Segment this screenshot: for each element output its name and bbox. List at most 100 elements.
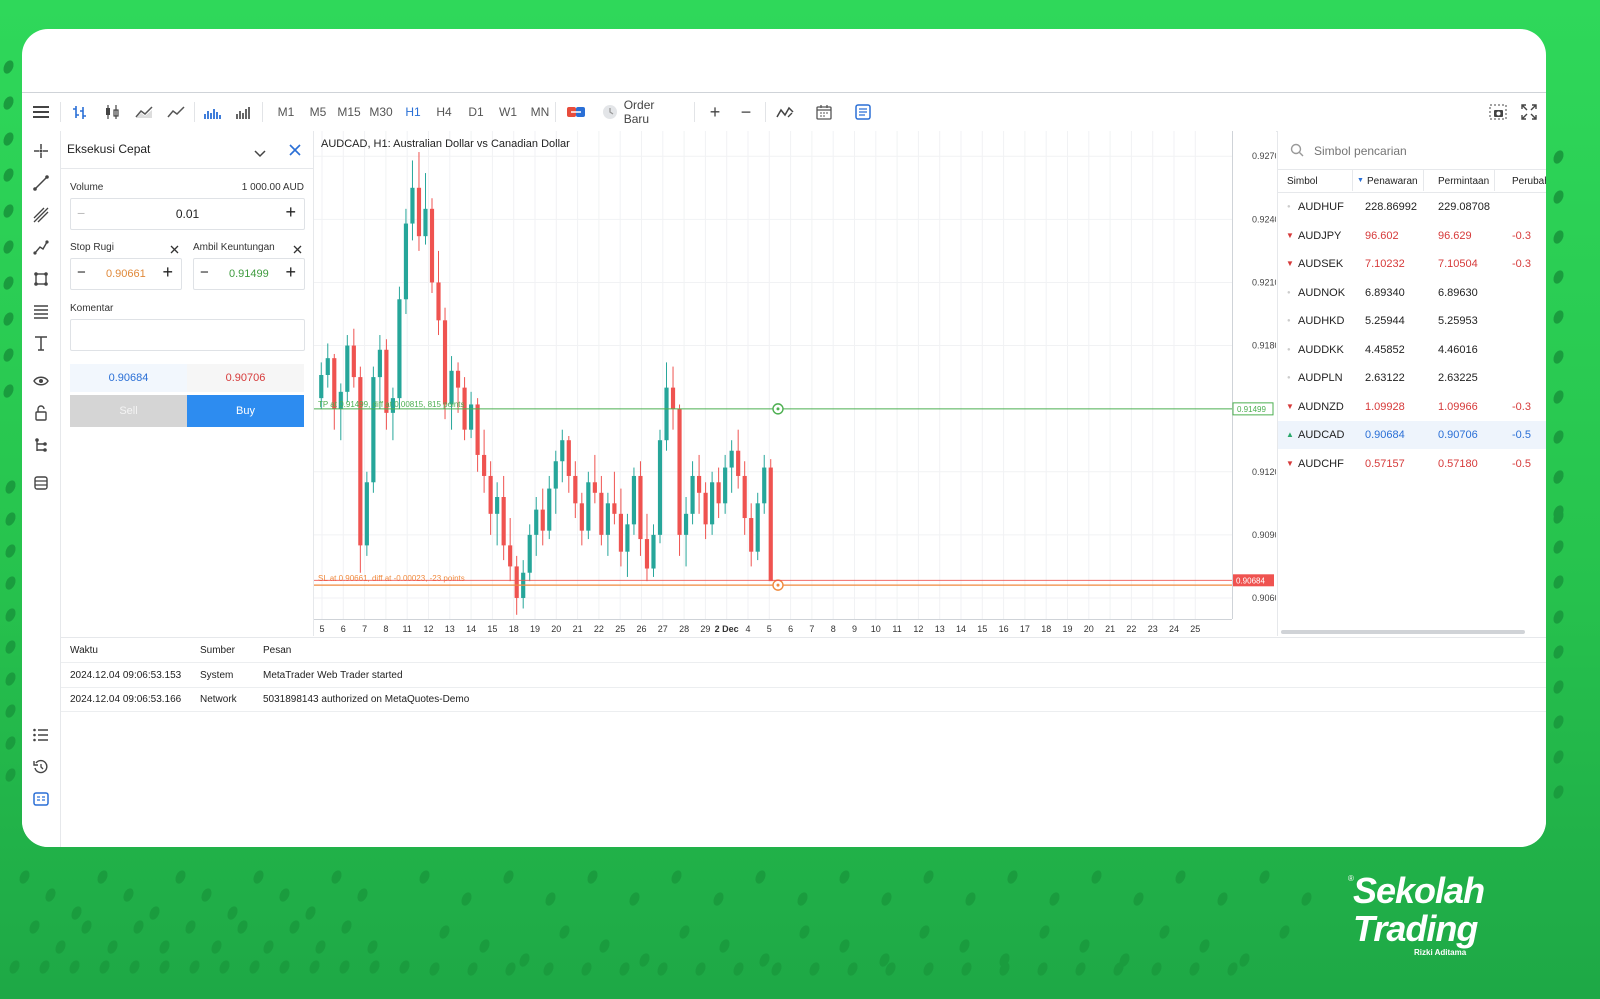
timeframe-mn[interactable]: MN — [526, 93, 554, 131]
candle — [573, 461, 578, 519]
screenshot-icon[interactable] — [1485, 93, 1511, 131]
new-order-button[interactable]: Order Baru — [602, 93, 682, 131]
watchlist-row[interactable]: ● AUDNOK 6.89340 6.89630 — [1278, 279, 1546, 307]
price-tick: 0.90600 — [1252, 593, 1276, 603]
watchlist-row[interactable]: ● AUDPLN 2.63122 2.63225 — [1278, 364, 1546, 392]
close-panel-icon[interactable] — [289, 143, 301, 161]
chart-canvas[interactable]: 0.92700 0.92400 0.92100 0.91800 0.91200 0.909… — [314, 131, 1285, 636]
time-tick: 11 — [892, 624, 901, 634]
one-click-trading-icon[interactable] — [563, 93, 589, 131]
stop-loss-stepper: − 0.90661 + — [70, 258, 182, 290]
take-profit-increase-button[interactable]: + — [285, 262, 296, 283]
history-icon[interactable] — [22, 753, 60, 781]
timeframe-m30[interactable]: M30 — [367, 93, 395, 131]
shapes-icon[interactable] — [22, 265, 60, 293]
time-tick: 5 — [767, 624, 772, 634]
buy-button[interactable]: Buy — [187, 395, 304, 427]
watchlist-bid: 5.25944 — [1365, 315, 1405, 327]
watchlist-row[interactable]: ● AUDDKK 4.45852 4.46016 — [1278, 336, 1546, 364]
take-profit-line-label: TP at 0.91499, diff at 0.00815, 815 poin… — [318, 400, 464, 409]
object-tree-icon[interactable] — [22, 431, 60, 459]
watchlist-symbol: AUDHUF — [1298, 201, 1344, 213]
lock-icon[interactable] — [22, 399, 60, 427]
watchlist-row[interactable]: ▼ AUDCHF 0.57157 0.57180 -0.5 — [1278, 450, 1546, 478]
stop-loss-label: Stop Rugi — [70, 242, 114, 253]
watchlist-row[interactable]: ▲ AUDCAD 0.90684 0.90706 -0.5 — [1278, 421, 1546, 449]
horizontal-scrollbar[interactable] — [1281, 630, 1525, 634]
quick-execution-panel: Eksekusi Cepat Volume 1 000.00 AUD − 0.0… — [61, 131, 314, 636]
timeframe-h1[interactable]: H1 — [399, 93, 427, 131]
price-tick: 0.90900 — [1252, 530, 1276, 540]
fullscreen-icon[interactable] — [1516, 93, 1542, 131]
zoom-in-button[interactable]: + — [702, 93, 728, 131]
time-tick: 15 — [487, 624, 497, 634]
zoom-out-button[interactable]: − — [733, 93, 759, 131]
time-tick: 13 — [935, 624, 945, 634]
bar-chart-icon[interactable] — [67, 93, 93, 131]
journal-active-icon[interactable] — [22, 785, 60, 813]
stop-loss-increase-button[interactable]: + — [162, 262, 173, 283]
volume-input[interactable]: 0.01 — [71, 207, 304, 221]
take-profit-decrease-button[interactable]: − — [200, 264, 209, 281]
stop-loss-input[interactable]: 0.90661 — [106, 268, 146, 280]
chart-title: AUDCAD, H1: Australian Dollar vs Canadia… — [321, 138, 570, 150]
timeframe-m1[interactable]: M1 — [272, 93, 300, 131]
area-chart-icon[interactable] — [163, 93, 189, 131]
polyline-icon[interactable] — [22, 233, 60, 261]
timeframe-m15[interactable]: M15 — [335, 93, 363, 131]
comment-input[interactable] — [70, 319, 305, 351]
journal-list-icon[interactable] — [22, 721, 60, 749]
watchlist-row[interactable]: ▼ AUDSEK 7.10232 7.10504 -0.3 — [1278, 250, 1546, 278]
menu-icon[interactable] — [28, 93, 54, 131]
watchlist-row[interactable]: ● AUDHUF 228.86992 229.08708 — [1278, 193, 1546, 221]
timeframe-d1[interactable]: D1 — [462, 93, 490, 131]
watchlist-bid: 0.57157 — [1365, 457, 1405, 470]
symbol-search-input[interactable] — [1312, 140, 1536, 162]
crosshair-icon[interactable] — [22, 137, 60, 165]
time-tick: 21 — [1105, 624, 1115, 634]
volume-increase-button[interactable]: + — [285, 202, 296, 223]
line-chart-icon[interactable] — [131, 93, 157, 131]
timeframe-h4[interactable]: H4 — [430, 93, 458, 131]
watchlist-row[interactable]: ● AUDHKD 5.25944 5.25953 — [1278, 307, 1546, 335]
col-change[interactable]: Perubah — [1512, 176, 1546, 187]
stop-loss-decrease-button[interactable]: − — [77, 264, 86, 281]
watchlist-row[interactable]: ▼ AUDJPY 96.602 96.629 -0.3 — [1278, 222, 1546, 250]
watchlist-bid: 1.09928 — [1365, 400, 1405, 413]
time-tick: 6 — [341, 624, 346, 634]
trend-line-icon[interactable] — [22, 169, 60, 197]
candles-icon[interactable] — [99, 93, 125, 131]
journal-row[interactable]: 2024.12.04 09:06:53.166 Network 50318981… — [61, 687, 1546, 712]
watchlist-ask: 5.25953 — [1438, 315, 1478, 327]
clear-take-profit-icon[interactable] — [293, 241, 302, 259]
chevron-down-icon[interactable] — [254, 145, 266, 163]
watchlist-row[interactable]: ▼ AUDNZD 1.09928 1.09966 -0.3 — [1278, 393, 1546, 421]
search-icon — [1290, 143, 1304, 162]
sell-button[interactable]: Sell — [70, 395, 187, 427]
take-profit-input[interactable]: 0.91499 — [229, 268, 269, 280]
time-tick: 20 — [551, 624, 561, 634]
text-icon[interactable] — [22, 329, 60, 357]
fibonacci-icon[interactable] — [22, 297, 60, 325]
tick-volume-icon[interactable] — [231, 93, 257, 131]
col-ask[interactable]: Permintaan — [1438, 176, 1489, 187]
eye-icon[interactable] — [22, 367, 60, 395]
time-tick: 22 — [1126, 624, 1136, 634]
time-tick: 4 — [745, 624, 750, 634]
col-symbol[interactable]: Simbol — [1287, 176, 1318, 187]
price-chart[interactable]: 0.92700 0.92400 0.92100 0.91800 0.91200 0.909… — [314, 131, 1285, 636]
candle — [664, 362, 669, 451]
clear-stop-loss-icon[interactable] — [170, 241, 179, 259]
indicators-icon[interactable] — [772, 93, 798, 131]
journal-row[interactable]: 2024.12.04 09:06:53.153 System MetaTrade… — [61, 663, 1546, 688]
calendar-icon[interactable] — [811, 93, 837, 131]
sort-down-icon: ▼ — [1357, 177, 1364, 184]
trade-panel-toggle-icon[interactable] — [850, 93, 876, 131]
timeframe-w1[interactable]: W1 — [494, 93, 522, 131]
timeframe-m5[interactable]: M5 — [304, 93, 332, 131]
col-bid[interactable]: Penawaran — [1367, 176, 1418, 187]
volume-icon[interactable] — [199, 93, 225, 131]
channel-icon[interactable] — [22, 201, 60, 229]
layers-icon[interactable] — [22, 469, 60, 497]
candle — [736, 429, 741, 489]
